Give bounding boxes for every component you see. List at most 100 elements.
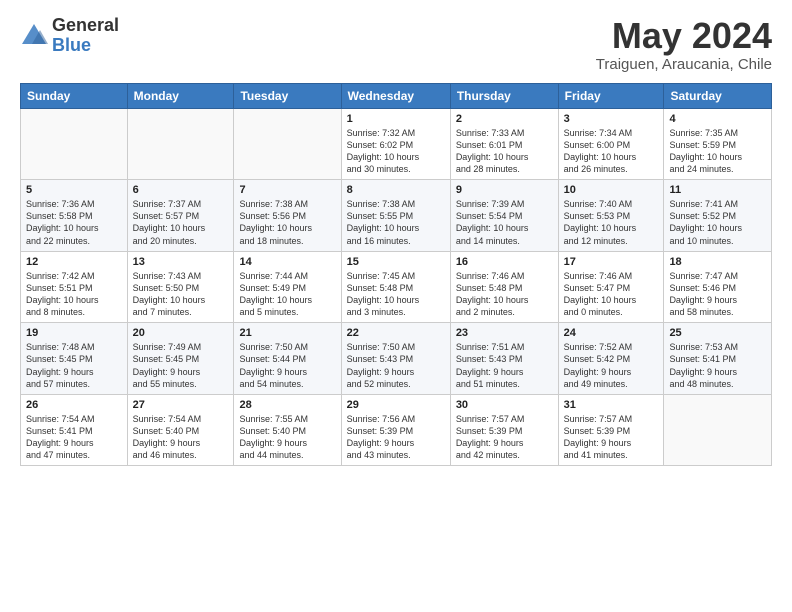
page: General Blue May 2024 Traiguen, Araucani…	[0, 0, 792, 482]
day-info: Sunrise: 7:33 AM Sunset: 6:01 PM Dayligh…	[456, 127, 553, 176]
weekday-header-saturday: Saturday	[664, 83, 772, 108]
logo-text: General Blue	[52, 16, 119, 56]
calendar-cell: 30 Sunrise: 7:57 AM Sunset: 5:39 PM Dayli…	[450, 394, 558, 466]
day-info: Sunrise: 7:56 AM Sunset: 5:39 PM Dayligh…	[347, 413, 445, 462]
calendar-cell: 2 Sunrise: 7:33 AM Sunset: 6:01 PM Daylig…	[450, 108, 558, 180]
day-info: Sunrise: 7:57 AM Sunset: 5:39 PM Dayligh…	[456, 413, 553, 462]
calendar-cell: 16 Sunrise: 7:46 AM Sunset: 5:48 PM Dayli…	[450, 251, 558, 323]
day-number: 12	[26, 256, 122, 268]
calendar-cell: 9Sunrise: 7:39 AM Sunset: 5:54 PM Daylig…	[450, 180, 558, 252]
calendar-cell: 18 Sunrise: 7:47 AM Sunset: 5:46 PM Dayli…	[664, 251, 772, 323]
day-info: Sunrise: 7:52 AM Sunset: 5:42 PM Dayligh…	[564, 341, 659, 390]
calendar-cell: 23Sunrise: 7:51 AM Sunset: 5:43 PM Dayli…	[450, 323, 558, 395]
day-info: Sunrise: 7:46 AM Sunset: 5:48 PM Dayligh…	[456, 270, 553, 319]
day-number: 16	[456, 256, 553, 268]
calendar-cell: 15 Sunrise: 7:45 AM Sunset: 5:48 PM Dayli…	[341, 251, 450, 323]
day-info: Sunrise: 7:51 AM Sunset: 5:43 PM Dayligh…	[456, 341, 553, 390]
day-number: 8	[347, 184, 445, 196]
calendar-cell: 10Sunrise: 7:40 AM Sunset: 5:53 PM Dayli…	[558, 180, 664, 252]
calendar-cell: 21 Sunrise: 7:50 AM Sunset: 5:44 PM Dayli…	[234, 323, 341, 395]
day-number: 22	[347, 327, 445, 339]
month-year: May 2024	[596, 16, 772, 56]
day-number: 19	[26, 327, 122, 339]
calendar-cell: 13Sunrise: 7:43 AM Sunset: 5:50 PM Dayli…	[127, 251, 234, 323]
day-number: 20	[133, 327, 229, 339]
day-number: 15	[347, 256, 445, 268]
weekday-header-tuesday: Tuesday	[234, 83, 341, 108]
calendar-cell: 20 Sunrise: 7:49 AM Sunset: 5:45 PM Dayli…	[127, 323, 234, 395]
day-info: Sunrise: 7:48 AM Sunset: 5:45 PM Dayligh…	[26, 341, 122, 390]
calendar-cell: 27Sunrise: 7:54 AM Sunset: 5:40 PM Dayli…	[127, 394, 234, 466]
day-info: Sunrise: 7:45 AM Sunset: 5:48 PM Dayligh…	[347, 270, 445, 319]
day-number: 2	[456, 113, 553, 125]
logo-general-text: General	[52, 16, 119, 36]
location: Traiguen, Araucania, Chile	[596, 56, 772, 73]
day-number: 31	[564, 399, 659, 411]
day-info: Sunrise: 7:42 AM Sunset: 5:51 PM Dayligh…	[26, 270, 122, 319]
calendar-cell	[21, 108, 128, 180]
day-number: 26	[26, 399, 122, 411]
calendar-cell: 6Sunrise: 7:37 AM Sunset: 5:57 PM Daylig…	[127, 180, 234, 252]
day-info: Sunrise: 7:50 AM Sunset: 5:44 PM Dayligh…	[239, 341, 335, 390]
logo: General Blue	[20, 16, 119, 56]
day-info: Sunrise: 7:55 AM Sunset: 5:40 PM Dayligh…	[239, 413, 335, 462]
calendar-cell: 26 Sunrise: 7:54 AM Sunset: 5:41 PM Dayli…	[21, 394, 128, 466]
day-info: Sunrise: 7:47 AM Sunset: 5:46 PM Dayligh…	[669, 270, 766, 319]
calendar-cell: 25Sunrise: 7:53 AM Sunset: 5:41 PM Dayli…	[664, 323, 772, 395]
day-number: 17	[564, 256, 659, 268]
day-number: 29	[347, 399, 445, 411]
day-info: Sunrise: 7:36 AM Sunset: 5:58 PM Dayligh…	[26, 198, 122, 247]
calendar-cell: 22 Sunrise: 7:50 AM Sunset: 5:43 PM Dayli…	[341, 323, 450, 395]
calendar-cell: 29 Sunrise: 7:56 AM Sunset: 5:39 PM Dayli…	[341, 394, 450, 466]
calendar-cell: 8 Sunrise: 7:38 AM Sunset: 5:55 PM Daylig…	[341, 180, 450, 252]
week-row-5: 26 Sunrise: 7:54 AM Sunset: 5:41 PM Dayli…	[21, 394, 772, 466]
calendar-cell: 7Sunrise: 7:38 AM Sunset: 5:56 PM Daylig…	[234, 180, 341, 252]
day-number: 27	[133, 399, 229, 411]
day-info: Sunrise: 7:32 AM Sunset: 6:02 PM Dayligh…	[347, 127, 445, 176]
day-info: Sunrise: 7:41 AM Sunset: 5:52 PM Dayligh…	[669, 198, 766, 247]
day-number: 14	[239, 256, 335, 268]
day-number: 30	[456, 399, 553, 411]
day-number: 18	[669, 256, 766, 268]
day-number: 21	[239, 327, 335, 339]
day-info: Sunrise: 7:40 AM Sunset: 5:53 PM Dayligh…	[564, 198, 659, 247]
day-info: Sunrise: 7:44 AM Sunset: 5:49 PM Dayligh…	[239, 270, 335, 319]
day-number: 11	[669, 184, 766, 196]
week-row-2: 5Sunrise: 7:36 AM Sunset: 5:58 PM Daylig…	[21, 180, 772, 252]
day-number: 1	[347, 113, 445, 125]
day-info: Sunrise: 7:37 AM Sunset: 5:57 PM Dayligh…	[133, 198, 229, 247]
calendar-cell: 4Sunrise: 7:35 AM Sunset: 5:59 PM Daylig…	[664, 108, 772, 180]
calendar-cell	[664, 394, 772, 466]
calendar-cell: 31Sunrise: 7:57 AM Sunset: 5:39 PM Dayli…	[558, 394, 664, 466]
day-number: 13	[133, 256, 229, 268]
calendar-cell: 12 Sunrise: 7:42 AM Sunset: 5:51 PM Dayli…	[21, 251, 128, 323]
day-info: Sunrise: 7:38 AM Sunset: 5:55 PM Dayligh…	[347, 198, 445, 247]
weekday-header-thursday: Thursday	[450, 83, 558, 108]
calendar-cell: 3Sunrise: 7:34 AM Sunset: 6:00 PM Daylig…	[558, 108, 664, 180]
weekday-header-monday: Monday	[127, 83, 234, 108]
calendar-cell: 24 Sunrise: 7:52 AM Sunset: 5:42 PM Dayli…	[558, 323, 664, 395]
logo-blue-text: Blue	[52, 36, 119, 56]
calendar-cell: 5Sunrise: 7:36 AM Sunset: 5:58 PM Daylig…	[21, 180, 128, 252]
day-info: Sunrise: 7:35 AM Sunset: 5:59 PM Dayligh…	[669, 127, 766, 176]
week-row-1: 1 Sunrise: 7:32 AM Sunset: 6:02 PM Daylig…	[21, 108, 772, 180]
day-info: Sunrise: 7:54 AM Sunset: 5:41 PM Dayligh…	[26, 413, 122, 462]
day-number: 24	[564, 327, 659, 339]
day-info: Sunrise: 7:34 AM Sunset: 6:00 PM Dayligh…	[564, 127, 659, 176]
weekday-header-wednesday: Wednesday	[341, 83, 450, 108]
calendar-cell: 11 Sunrise: 7:41 AM Sunset: 5:52 PM Dayli…	[664, 180, 772, 252]
day-number: 25	[669, 327, 766, 339]
calendar-cell: 17 Sunrise: 7:46 AM Sunset: 5:47 PM Dayli…	[558, 251, 664, 323]
logo-icon	[20, 22, 48, 50]
day-info: Sunrise: 7:46 AM Sunset: 5:47 PM Dayligh…	[564, 270, 659, 319]
day-number: 9	[456, 184, 553, 196]
calendar: SundayMondayTuesdayWednesdayThursdayFrid…	[20, 83, 772, 467]
week-row-4: 19 Sunrise: 7:48 AM Sunset: 5:45 PM Dayli…	[21, 323, 772, 395]
day-info: Sunrise: 7:50 AM Sunset: 5:43 PM Dayligh…	[347, 341, 445, 390]
weekday-header-sunday: Sunday	[21, 83, 128, 108]
day-info: Sunrise: 7:49 AM Sunset: 5:45 PM Dayligh…	[133, 341, 229, 390]
weekday-header-friday: Friday	[558, 83, 664, 108]
week-row-3: 12 Sunrise: 7:42 AM Sunset: 5:51 PM Dayli…	[21, 251, 772, 323]
weekday-header-row: SundayMondayTuesdayWednesdayThursdayFrid…	[21, 83, 772, 108]
calendar-cell: 28Sunrise: 7:55 AM Sunset: 5:40 PM Dayli…	[234, 394, 341, 466]
